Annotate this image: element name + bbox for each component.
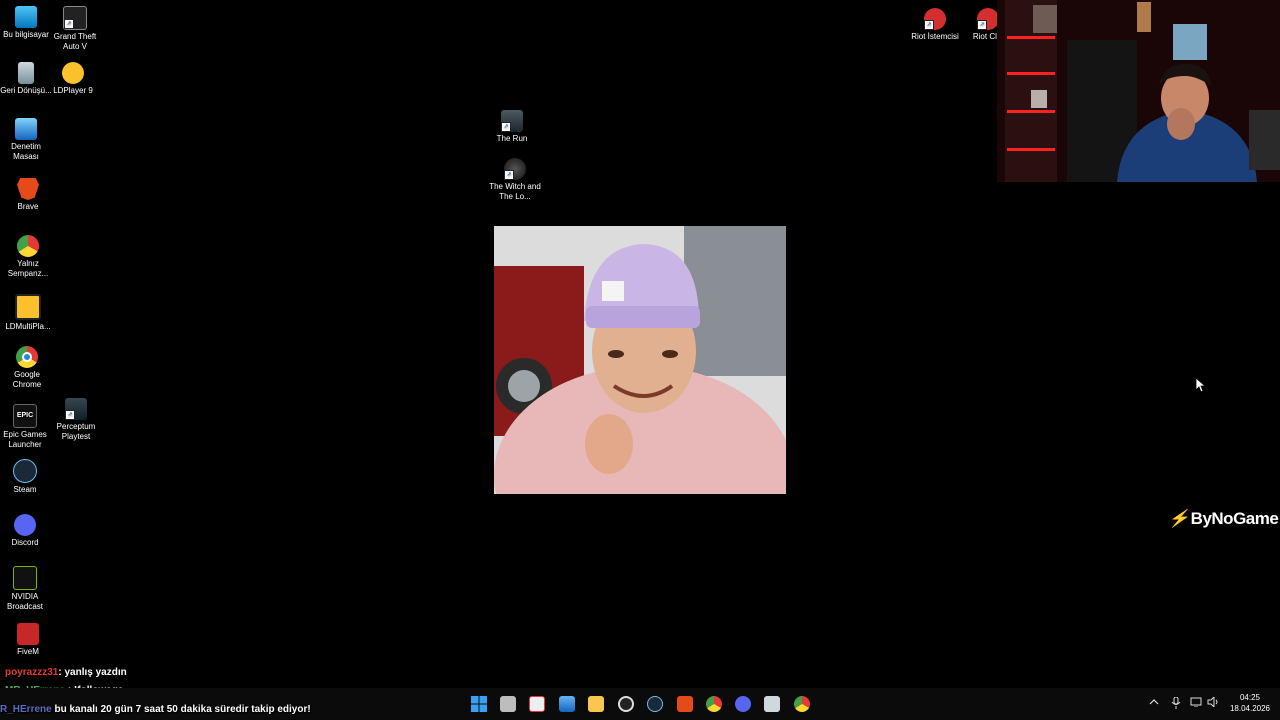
desktop-icon-label: LDMultiPla... bbox=[5, 322, 51, 331]
desktop-icon-fivem[interactable]: FiveM bbox=[2, 623, 54, 657]
chat-username: R_HErrene bbox=[0, 704, 52, 715]
brave-lion-icon bbox=[17, 178, 39, 200]
chat-message: poyrazzz31: yanlış yazdın bbox=[5, 667, 127, 678]
epic-icon: EPIC bbox=[13, 404, 37, 428]
desktop-icon-nvidia[interactable]: NVIDIA Broadcast bbox=[0, 566, 51, 612]
gta-icon: ↗ bbox=[63, 6, 87, 30]
bynogame-logo-text: ByNoGame bbox=[1190, 509, 1279, 528]
desktop-icon-label: Google Chrome bbox=[12, 370, 42, 389]
desktop-icon-yalniz[interactable]: Yalnız Sempanz... bbox=[2, 235, 54, 279]
game-icon: ↗ bbox=[65, 398, 87, 420]
chrome-variant-icon bbox=[17, 235, 39, 257]
desktop-icon-label: LDPlayer 9 bbox=[53, 86, 93, 95]
desktop-icon-brave[interactable]: Brave bbox=[2, 178, 54, 212]
discord-icon bbox=[14, 514, 36, 536]
desktop-icon-label: The Run bbox=[496, 134, 528, 143]
taskbar-steam-button[interactable] bbox=[647, 696, 663, 712]
chat-username: poyrazzz31 bbox=[5, 667, 59, 678]
ldplayer-icon bbox=[62, 62, 84, 84]
desktop-icon-discord[interactable]: Discord bbox=[0, 514, 51, 548]
taskbar-discord-button[interactable] bbox=[735, 696, 751, 712]
taskbar-app-button[interactable] bbox=[764, 696, 780, 712]
monitor-icon bbox=[15, 6, 37, 28]
bynogame-logo: ⚡ ByNoGame bbox=[1168, 509, 1279, 529]
bynogame-mark-icon: ⚡ bbox=[1168, 509, 1189, 528]
riot-icon: ↗ bbox=[977, 8, 999, 30]
desktop-icon-label: The Witch and The Lo... bbox=[489, 182, 541, 201]
taskbar-obs-button[interactable] bbox=[618, 696, 634, 712]
desktop-icon-chrome[interactable]: Google Chrome bbox=[1, 346, 53, 390]
shortcut-arrow-icon: ↗ bbox=[501, 122, 511, 132]
trash-icon bbox=[18, 62, 34, 84]
desktop-icon-label: Riot İstemcisi bbox=[911, 32, 959, 41]
clock-date: 18.04.2026 bbox=[1229, 704, 1271, 713]
desktop-icon-label: Yalnız Sempanz... bbox=[7, 259, 49, 278]
desktop-icon-ldplayer[interactable]: LDPlayer 9 bbox=[47, 62, 99, 96]
task-view-button[interactable] bbox=[500, 696, 516, 712]
desktop-icon-label: Bu bilgisayar bbox=[3, 30, 49, 39]
chrome-icon bbox=[16, 346, 38, 368]
taskbar-brave-button[interactable] bbox=[677, 696, 693, 712]
chat-message: R_HErrene bu kanalı 20 gün 7 saat 50 dak… bbox=[0, 704, 311, 715]
webcam-illustration bbox=[997, 0, 1280, 182]
chevron-up-icon[interactable] bbox=[1149, 697, 1159, 710]
clock-time: 04:25 bbox=[1239, 693, 1261, 702]
webcam-feed bbox=[997, 0, 1280, 182]
shortcut-arrow-icon: ↗ bbox=[504, 170, 514, 180]
control-panel-icon bbox=[15, 118, 37, 140]
taskbar-notepad-button[interactable] bbox=[529, 696, 545, 712]
taskbar-photos-button[interactable] bbox=[559, 696, 575, 712]
steam-icon bbox=[13, 459, 37, 483]
desktop-icon-perceptum[interactable]: ↗ Perceptum Playtest bbox=[50, 398, 102, 442]
mouse-cursor-icon bbox=[1195, 377, 1207, 398]
desktop-icon-recycle-bin[interactable]: Geri Dönüşü... bbox=[0, 62, 52, 96]
desktop-icon-control-panel[interactable]: Denetim Masası bbox=[0, 118, 52, 162]
desktop-icon-ldmultiplayer[interactable]: LDMultiPla... bbox=[2, 294, 54, 332]
desktop-icon-label: Brave bbox=[17, 202, 39, 211]
taskbar-file-explorer-button[interactable] bbox=[588, 696, 604, 712]
riot-icon: ↗ bbox=[924, 8, 946, 30]
fivem-icon bbox=[17, 623, 39, 645]
taskbar-clock[interactable]: 04:25 18.04.2026 bbox=[1222, 692, 1278, 714]
nvidia-icon bbox=[13, 566, 37, 590]
desktop-icon-the-witch[interactable]: ↗ The Witch and The Lo... bbox=[489, 158, 541, 202]
desktop-icon-gta[interactable]: ↗ Grand Theft Auto V bbox=[49, 6, 101, 52]
desktop-icon-label: Grand Theft Auto V bbox=[53, 32, 97, 51]
shortcut-arrow-icon: ↗ bbox=[64, 19, 74, 29]
desktop-icon-riot-client[interactable]: ↗ Riot İstemcisi bbox=[909, 8, 961, 42]
desktop-icon-label: Discord bbox=[11, 538, 39, 547]
desktop-icon-label: FiveM bbox=[17, 647, 39, 656]
desktop-icon-this-pc[interactable]: Bu bilgisayar bbox=[0, 6, 52, 40]
shortcut-arrow-icon: ↗ bbox=[65, 410, 75, 420]
chat-text: bu kanalı 20 gün 7 saat 50 dakika süredi… bbox=[54, 704, 311, 715]
windows-start-button[interactable] bbox=[471, 696, 487, 712]
desktop-icon-the-run[interactable]: ↗ The Run bbox=[486, 110, 538, 144]
chat-text: yanlış yazdın bbox=[64, 667, 127, 678]
desktop-icon-label: Geri Dönüşü... bbox=[0, 86, 52, 95]
shortcut-arrow-icon: ↗ bbox=[977, 20, 987, 30]
volume-icon[interactable] bbox=[1207, 695, 1219, 710]
microphone-icon[interactable] bbox=[1171, 696, 1181, 712]
desktop-icon-label: Perceptum Playtest bbox=[56, 422, 96, 441]
desktop-icon-label: Denetim Masası bbox=[11, 142, 41, 161]
desktop-icon-label: Steam bbox=[13, 485, 37, 494]
taskbar-chrome-button[interactable] bbox=[794, 696, 810, 712]
desktop-icon-steam[interactable]: Steam bbox=[0, 459, 51, 495]
windows-icon bbox=[471, 696, 487, 712]
desktop-icon-epic[interactable]: EPIC Epic Games Launcher bbox=[0, 404, 51, 450]
desktop-icon-label: NVIDIA Broadcast bbox=[6, 592, 44, 611]
overlay-photo bbox=[494, 226, 786, 494]
taskbar-chrome-variant-button[interactable] bbox=[706, 696, 722, 712]
shortcut-arrow-icon: ↗ bbox=[924, 20, 934, 30]
desktop-icon-label: Epic Games Launcher bbox=[3, 430, 47, 449]
ldmultiplayer-icon bbox=[15, 294, 41, 320]
game-icon: ↗ bbox=[501, 110, 523, 132]
network-icon[interactable] bbox=[1190, 697, 1202, 710]
game-icon: ↗ bbox=[504, 158, 526, 180]
photo-illustration bbox=[494, 226, 786, 494]
